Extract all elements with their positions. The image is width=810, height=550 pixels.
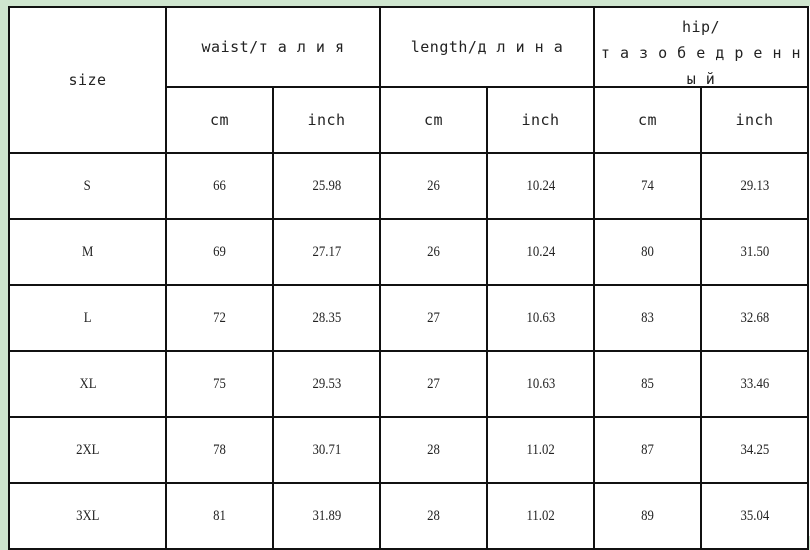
waist-cm-cell[interactable]: 81 — [165, 482, 274, 550]
size-header-label: size — [68, 71, 107, 89]
size-header[interactable]: size — [8, 6, 167, 154]
unit-header-length-cm[interactable]: cm — [379, 86, 488, 154]
length-header-label: length/д л и н а — [410, 38, 564, 56]
waist-cm-cell[interactable]: 69 — [165, 218, 274, 286]
hip-header-line1: hip/ — [681, 18, 721, 36]
waist-inch-cell[interactable]: 29.53 — [272, 350, 381, 418]
hip-header-line2: т а з о б е д р е н н — [600, 44, 802, 62]
length-inch-cell[interactable]: 10.24 — [486, 218, 595, 286]
waist-cm-cell[interactable]: 66 — [165, 152, 274, 220]
size-chart-table: size waist/т а л и я length/д л и н а hi… — [8, 6, 809, 550]
unit-header-waist-cm[interactable]: cm — [165, 86, 274, 154]
hip-header-line3: ы й — [686, 70, 716, 87]
hip-cm-cell[interactable]: 85 — [593, 350, 702, 418]
size-cell[interactable]: 3XL — [8, 482, 167, 550]
length-header[interactable]: length/д л и н а — [379, 6, 595, 88]
size-cell[interactable]: S — [8, 152, 167, 220]
length-inch-cell[interactable]: 11.02 — [486, 482, 595, 550]
unit-header-length-inch[interactable]: inch — [486, 86, 595, 154]
hip-inch-cell[interactable]: 35.04 — [700, 482, 809, 550]
length-cm-cell[interactable]: 26 — [379, 152, 488, 220]
hip-header-label: hip/ т а з о б е д р е н н ы й — [596, 14, 806, 87]
waist-inch-cell[interactable]: 25.98 — [272, 152, 381, 220]
length-cm-cell[interactable]: 26 — [379, 218, 488, 286]
hip-inch-cell[interactable]: 32.68 — [700, 284, 809, 352]
hip-cm-cell[interactable]: 89 — [593, 482, 702, 550]
size-cell[interactable]: M — [8, 218, 167, 286]
length-inch-cell[interactable]: 10.63 — [486, 350, 595, 418]
hip-header[interactable]: hip/ т а з о б е д р е н н ы й — [593, 6, 809, 88]
length-inch-cell[interactable]: 11.02 — [486, 416, 595, 484]
waist-header[interactable]: waist/т а л и я — [165, 6, 381, 88]
waist-cm-cell[interactable]: 72 — [165, 284, 274, 352]
hip-inch-cell[interactable]: 29.13 — [700, 152, 809, 220]
hip-inch-cell[interactable]: 31.50 — [700, 218, 809, 286]
hip-cm-cell[interactable]: 74 — [593, 152, 702, 220]
length-cm-cell[interactable]: 27 — [379, 350, 488, 418]
unit-header-hip-inch[interactable]: inch — [700, 86, 809, 154]
waist-inch-cell[interactable]: 31.89 — [272, 482, 381, 550]
waist-inch-cell[interactable]: 28.35 — [272, 284, 381, 352]
hip-cm-cell[interactable]: 83 — [593, 284, 702, 352]
size-cell[interactable]: XL — [8, 350, 167, 418]
hip-cm-cell[interactable]: 80 — [593, 218, 702, 286]
unit-header-waist-inch[interactable]: inch — [272, 86, 381, 154]
hip-inch-cell[interactable]: 33.46 — [700, 350, 809, 418]
waist-inch-cell[interactable]: 27.17 — [272, 218, 381, 286]
table-row: 2XL 78 30.71 28 11.02 87 34.25 — [8, 416, 809, 484]
length-inch-cell[interactable]: 10.24 — [486, 152, 595, 220]
waist-cm-cell[interactable]: 78 — [165, 416, 274, 484]
length-cm-cell[interactable]: 27 — [379, 284, 488, 352]
table-row: M 69 27.17 26 10.24 80 31.50 — [8, 218, 809, 286]
unit-header-hip-cm[interactable]: cm — [593, 86, 702, 154]
table-row: L 72 28.35 27 10.63 83 32.68 — [8, 284, 809, 352]
waist-cm-cell[interactable]: 75 — [165, 350, 274, 418]
length-cm-cell[interactable]: 28 — [379, 482, 488, 550]
length-inch-cell[interactable]: 10.63 — [486, 284, 595, 352]
length-cm-cell[interactable]: 28 — [379, 416, 488, 484]
table-row: XL 75 29.53 27 10.63 85 33.46 — [8, 350, 809, 418]
header-row-groups: size waist/т а л и я length/д л и н а hi… — [8, 6, 809, 154]
waist-inch-cell[interactable]: 30.71 — [272, 416, 381, 484]
size-cell[interactable]: 2XL — [8, 416, 167, 484]
table-row: S 66 25.98 26 10.24 74 29.13 — [8, 152, 809, 220]
waist-header-label: waist/т а л и я — [201, 38, 345, 56]
hip-cm-cell[interactable]: 87 — [593, 416, 702, 484]
table-row: 3XL 81 31.89 28 11.02 89 35.04 — [8, 482, 809, 550]
hip-inch-cell[interactable]: 34.25 — [700, 416, 809, 484]
size-cell[interactable]: L — [8, 284, 167, 352]
